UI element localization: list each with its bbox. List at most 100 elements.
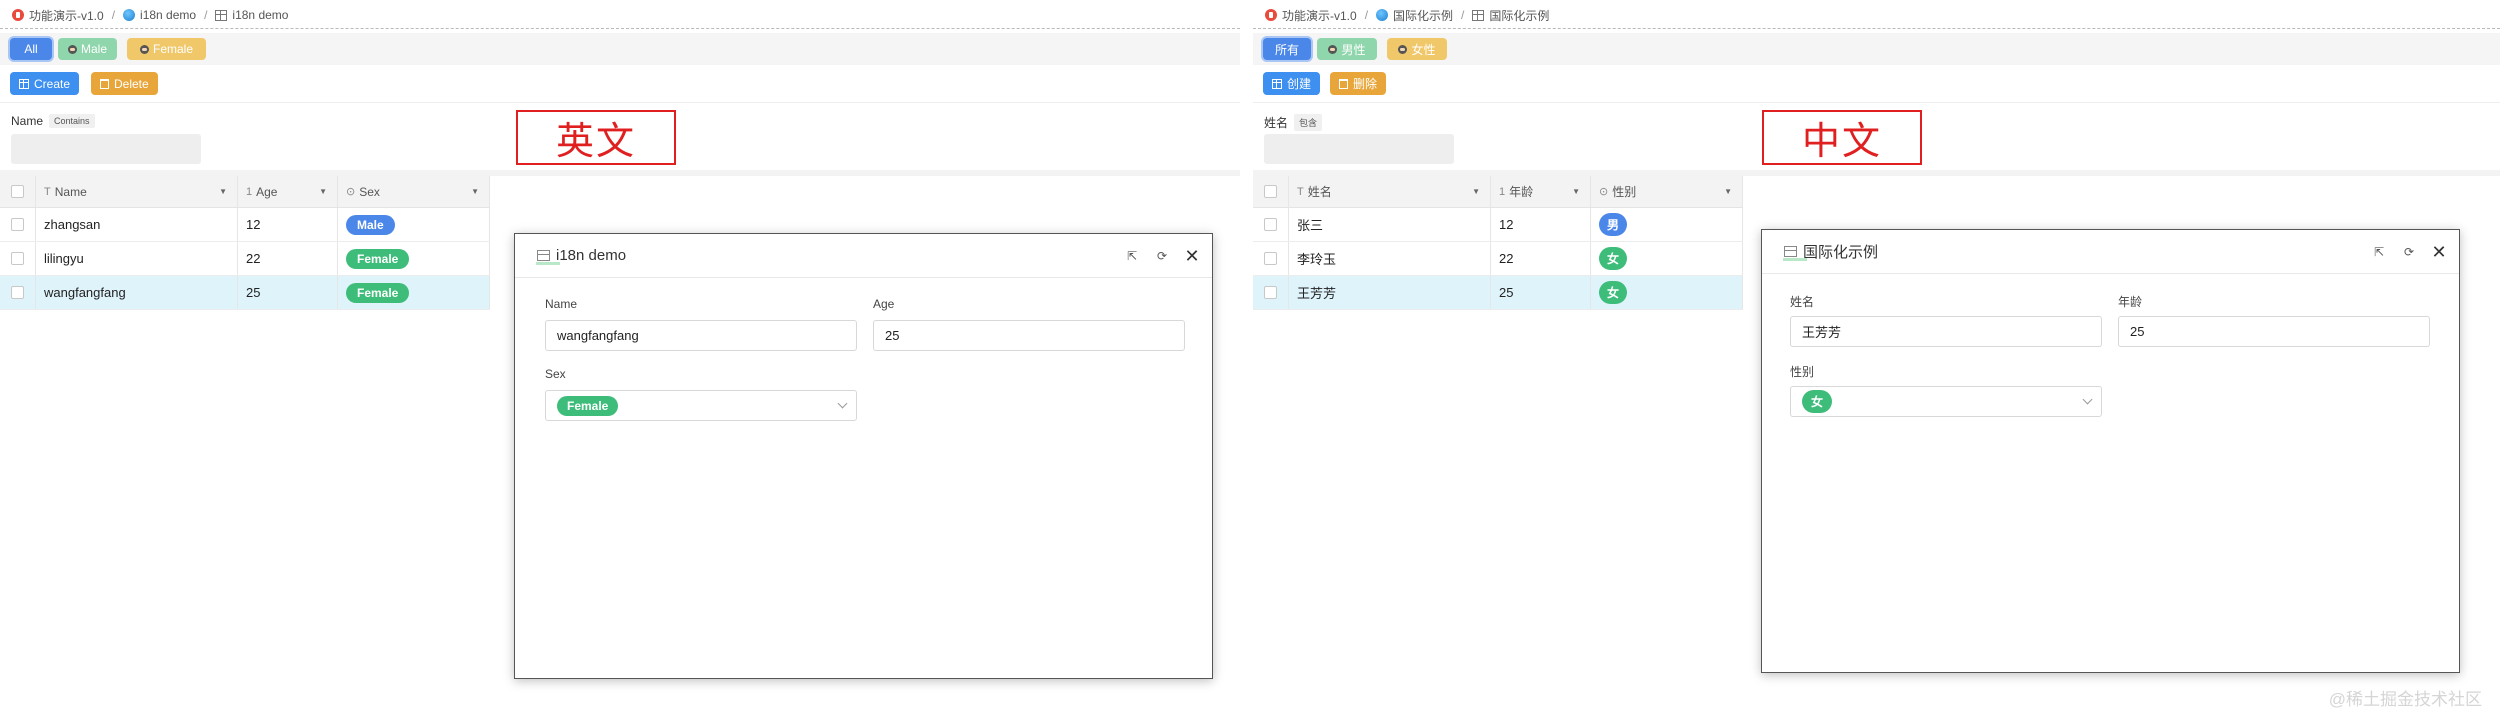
sort-caret-icon[interactable]: ▼ (319, 187, 327, 196)
age-field[interactable]: 25 (873, 320, 1185, 351)
breadcrumb-app[interactable]: 功能演示-v1.0 (1265, 7, 1357, 24)
filter-operator[interactable]: 包含 (1294, 114, 1323, 131)
sort-caret-icon[interactable]: ▼ (1724, 187, 1732, 196)
breadcrumb-app[interactable]: 功能演示-v1.0 (12, 7, 104, 24)
create-button[interactable]: 创建 (1263, 72, 1321, 95)
breadcrumb-section[interactable]: i18n demo (123, 8, 196, 22)
close-icon[interactable]: ✕ (1184, 247, 1199, 265)
cell-age[interactable]: 22 (238, 242, 338, 275)
column-header-age[interactable]: 1 Age ▼ (238, 176, 338, 207)
cell-name[interactable]: 张三 (1289, 208, 1491, 241)
cell-age[interactable]: 25 (238, 276, 338, 309)
name-field-label: 姓名 (1790, 295, 1815, 309)
chinese-screen: 功能演示-v1.0 / 国际化示例 / 国际化示例 所有 男性 女性 创建 删除… (1253, 0, 2500, 712)
column-header-name[interactable]: T Name ▼ (36, 176, 238, 207)
select-all-checkbox[interactable] (11, 185, 24, 198)
close-icon[interactable]: ✕ (2431, 243, 2446, 261)
edit-dialog: i18n demo ⇱ ⟳ ✕ Name wangfangfang Age 25… (514, 233, 1213, 679)
column-header-name[interactable]: T 姓名 ▼ (1289, 176, 1491, 207)
row-checkbox-cell (0, 242, 36, 275)
dialog-header[interactable]: 国际化示例 ⇱ ⟳ ✕ (1762, 230, 2459, 274)
row-checkbox[interactable] (1264, 252, 1277, 265)
filter-tabs: All Male Female (0, 33, 1240, 65)
cell-name[interactable]: lilingyu (36, 242, 238, 275)
cell-age[interactable]: 22 (1491, 242, 1591, 275)
table-row[interactable]: wangfangfang 25 Female (0, 276, 490, 310)
header-checkbox-cell (0, 176, 36, 207)
text-type-icon: T (1297, 185, 1304, 198)
cell-name[interactable]: 王芳芳 (1289, 276, 1491, 309)
table-row[interactable]: lilingyu 22 Female (0, 242, 490, 276)
name-filter-input[interactable] (1264, 134, 1454, 164)
table-row[interactable]: 李玲玉 22 女 (1253, 242, 1743, 276)
row-checkbox[interactable] (11, 286, 24, 299)
name-filter-input[interactable] (11, 134, 201, 164)
grid-header: T Name ▼ 1 Age ▼ ⊙ Sex ▼ (0, 176, 490, 208)
sort-caret-icon[interactable]: ▼ (1472, 187, 1480, 196)
refresh-icon[interactable]: ⟳ (1156, 249, 1168, 263)
tab-male[interactable]: 男性 (1317, 38, 1377, 60)
sex-badge: Male (346, 214, 395, 235)
sex-select[interactable]: 女 (1790, 386, 2102, 417)
cell-sex[interactable]: 女 (1591, 276, 1743, 309)
table-row[interactable]: 王芳芳 25 女 (1253, 276, 1743, 310)
delete-button[interactable]: Delete (91, 72, 158, 95)
cell-age[interactable]: 12 (238, 208, 338, 241)
delete-button[interactable]: 删除 (1330, 72, 1387, 95)
breadcrumb-page-label: 国际化示例 (1489, 8, 1550, 23)
tab-all[interactable]: 所有 (1263, 38, 1311, 60)
cell-sex[interactable]: 男 (1591, 208, 1743, 241)
table-row[interactable]: 张三 12 男 (1253, 208, 1743, 242)
row-checkbox-cell (0, 276, 36, 309)
cell-sex[interactable]: Male (338, 208, 490, 241)
refresh-icon[interactable]: ⟳ (2403, 245, 2415, 259)
sort-caret-icon[interactable]: ▼ (1572, 187, 1580, 196)
age-field[interactable]: 25 (2118, 316, 2430, 347)
row-checkbox[interactable] (1264, 218, 1277, 231)
filter-operator[interactable]: Contains (49, 114, 95, 128)
sort-caret-icon[interactable]: ▼ (471, 187, 479, 196)
tab-female-label: Female (152, 42, 193, 56)
tab-all[interactable]: All (10, 38, 52, 60)
dialog-tools: ⇱ ⟳ ✕ (1126, 234, 1200, 278)
cell-name[interactable]: zhangsan (36, 208, 238, 241)
cell-name[interactable]: 李玲玉 (1289, 242, 1491, 275)
create-button[interactable]: Create (10, 72, 80, 95)
external-link-icon[interactable]: ⇱ (1126, 249, 1138, 263)
action-toolbar: Create Delete (0, 65, 1240, 103)
column-header-age[interactable]: 1 年龄 ▼ (1491, 176, 1591, 207)
breadcrumb-separator: / (204, 8, 208, 22)
breadcrumb-section-label: 国际化示例 (1393, 8, 1454, 23)
select-type-icon: ⊙ (1599, 186, 1609, 198)
row-checkbox[interactable] (1264, 286, 1277, 299)
name-field[interactable]: 王芳芳 (1790, 316, 2102, 347)
sex-badge: Female (557, 395, 619, 416)
column-header-sex[interactable]: ⊙ 性别 ▼ (1591, 176, 1743, 207)
cell-sex[interactable]: 女 (1591, 242, 1743, 275)
column-header-sex[interactable]: ⊙ Sex ▼ (338, 176, 490, 207)
external-link-icon[interactable]: ⇱ (2373, 245, 2385, 259)
row-checkbox[interactable] (11, 252, 24, 265)
sort-caret-icon[interactable]: ▼ (219, 187, 227, 196)
tab-male[interactable]: Male (58, 38, 117, 60)
data-grid: T 姓名 ▼ 1 年龄 ▼ ⊙ 性别 ▼ 张三 12 男 李玲玉 22 女 王芳芳 25 女 (1253, 176, 1743, 310)
cell-sex[interactable]: Female (338, 276, 490, 309)
row-checkbox[interactable] (11, 218, 24, 231)
tab-female[interactable]: Female (127, 38, 206, 60)
tab-female[interactable]: 女性 (1387, 38, 1447, 60)
cell-sex[interactable]: Female (338, 242, 490, 275)
select-type-icon: ⊙ (346, 186, 356, 198)
dialog-header[interactable]: i18n demo ⇱ ⟳ ✕ (515, 234, 1212, 278)
cell-name[interactable]: wangfangfang (36, 276, 238, 309)
table-row[interactable]: zhangsan 12 Male (0, 208, 490, 242)
cell-age[interactable]: 25 (1491, 276, 1591, 309)
name-field[interactable]: wangfangfang (545, 320, 857, 351)
breadcrumb-section[interactable]: 国际化示例 (1376, 7, 1453, 24)
cell-age[interactable]: 12 (1491, 208, 1591, 241)
tab-all-label: 所有 (1274, 42, 1299, 57)
select-all-checkbox[interactable] (1264, 185, 1277, 198)
sex-select[interactable]: Female (545, 390, 857, 421)
breadcrumb-app-label: 功能演示-v1.0 (1282, 8, 1357, 23)
data-grid: T Name ▼ 1 Age ▼ ⊙ Sex ▼ zhangsan 12 Male lili… (0, 176, 490, 310)
breadcrumb-section-label: i18n demo (140, 8, 197, 22)
